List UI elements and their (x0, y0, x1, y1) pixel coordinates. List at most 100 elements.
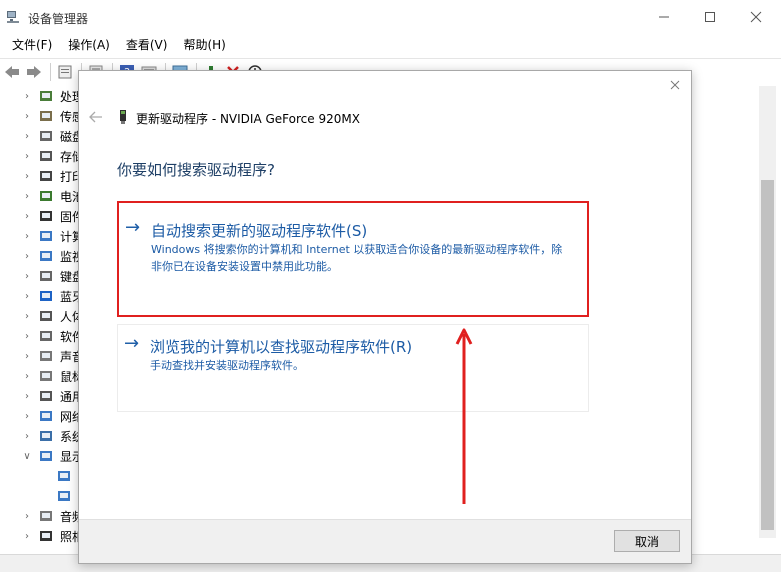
chevron-right-icon[interactable]: › (22, 226, 32, 246)
chevron-right-icon[interactable]: › (22, 106, 32, 126)
chevron-right-icon[interactable]: › (22, 406, 32, 426)
browse-computer-description: 手动查找并安装驱动程序软件。 (150, 359, 304, 372)
scrollbar-thumb[interactable] (761, 180, 774, 530)
tree-item[interactable]: › 音频 (0, 506, 84, 526)
chevron-right-icon[interactable]: › (22, 286, 32, 306)
dialog-close-button[interactable] (667, 77, 683, 93)
tree-item[interactable]: › 处理 (0, 86, 84, 106)
chevron-right-icon[interactable]: › (22, 506, 32, 526)
chevron-right-icon[interactable]: › (22, 166, 32, 186)
tree-item[interactable]: › 存储 (0, 146, 84, 166)
audio-io-icon (40, 511, 52, 521)
device-tree: › 处理 › 传感 › 磁盘 › 存储 › 打印 › 电池 › 固件 › 计算 › 监视 › 键盘 › 蓝牙 › 人体 › 软件 ›… (0, 86, 84, 546)
tree-item[interactable]: › 打印 (0, 166, 84, 186)
tree-item[interactable]: ∨ 显示 (0, 446, 84, 466)
menu-help[interactable]: 帮助(H) (175, 34, 233, 56)
tree-item[interactable] (0, 486, 80, 506)
menu-file[interactable]: 文件(F) (4, 34, 60, 56)
tree-item[interactable]: › 人体 (0, 306, 84, 326)
network-icon (40, 411, 52, 421)
tree-item[interactable]: › 照相 (0, 526, 84, 546)
chevron-right-icon[interactable]: › (22, 206, 32, 226)
tree-item[interactable]: › 键盘 (0, 266, 84, 286)
back-button[interactable] (2, 62, 22, 82)
tree-item[interactable] (0, 466, 80, 486)
usb-icon (40, 391, 52, 401)
chevron-right-icon[interactable]: › (22, 246, 32, 266)
forward-button[interactable] (24, 62, 44, 82)
chevron-right-icon[interactable]: › (22, 306, 32, 326)
annotation-arrow (455, 328, 473, 504)
update-driver-dialog: 更新驱动程序 - NVIDIA GeForce 920MX 你要如何搜索驱动程序… (78, 70, 692, 564)
tree-item[interactable]: › 监视 (0, 246, 84, 266)
forward-icon (27, 65, 41, 78)
processor-icon (40, 91, 52, 101)
close-icon (750, 11, 762, 23)
sensor-icon (40, 111, 52, 121)
chevron-down-icon[interactable]: ∨ (22, 446, 32, 466)
tree-item[interactable]: › 鼠标 (0, 366, 84, 386)
menu-bar: 文件(F) 操作(A) 查看(V) 帮助(H) (0, 34, 781, 56)
graphics-card-icon (120, 110, 126, 124)
arrow-right-icon: → (125, 217, 141, 238)
chevron-right-icon[interactable]: › (22, 186, 32, 206)
device-manager-icon (7, 11, 19, 23)
chevron-right-icon[interactable]: › (22, 526, 32, 546)
back-arrow-icon (89, 111, 102, 123)
chevron-right-icon[interactable]: › (22, 426, 32, 446)
bluetooth-icon (40, 291, 52, 301)
display-device-icon (58, 491, 70, 501)
chevron-right-icon[interactable]: › (22, 86, 32, 106)
hid-icon (40, 311, 52, 321)
firmware-icon (40, 211, 52, 221)
auto-search-option[interactable]: → 自动搜索更新的驱动程序软件(S) Windows 将搜索你的计算机和 Int… (117, 201, 589, 317)
computer-icon (40, 231, 52, 241)
audio-icon (40, 351, 52, 361)
tree-item[interactable]: › 通用 (0, 386, 84, 406)
menu-action[interactable]: 操作(A) (60, 34, 118, 56)
minimize-icon (659, 16, 669, 18)
maximize-icon (705, 12, 715, 22)
chevron-right-icon[interactable]: › (22, 326, 32, 346)
dialog-back-button[interactable] (87, 109, 105, 125)
arrow-right-icon: → (124, 333, 140, 354)
device-manager-window: 设备管理器 文件(F) 操作(A) 查看(V) 帮助(H) › 处理 › 传感 … (0, 0, 781, 572)
browse-computer-option[interactable]: → 浏览我的计算机以查找驱动程序软件(R) 手动查找并安装驱动程序软件。 (117, 324, 589, 412)
tree-item[interactable]: › 声音 (0, 346, 84, 366)
title-bar: 设备管理器 (0, 0, 781, 34)
cancel-button[interactable]: 取消 (614, 530, 680, 552)
system-icon (40, 431, 52, 441)
chevron-right-icon[interactable]: › (22, 346, 32, 366)
chevron-right-icon[interactable]: › (22, 366, 32, 386)
display-adapter-icon (40, 451, 52, 461)
window-title: 设备管理器 (28, 12, 89, 26)
chevron-right-icon[interactable]: › (22, 126, 32, 146)
properties-icon (58, 65, 72, 78)
close-window-button[interactable] (733, 0, 779, 34)
dialog-title: 更新驱动程序 - NVIDIA GeForce 920MX (136, 112, 360, 126)
auto-search-description: Windows 将搜索你的计算机和 Internet 以获取适合你设备的最新驱动… (151, 243, 563, 273)
tree-item[interactable]: › 电池 (0, 186, 84, 206)
tree-item[interactable]: › 计算 (0, 226, 84, 246)
storage-icon (40, 151, 52, 161)
tree-item[interactable]: › 固件 (0, 206, 84, 226)
properties-button[interactable] (55, 62, 75, 82)
chevron-right-icon[interactable]: › (22, 266, 32, 286)
maximize-button[interactable] (687, 0, 733, 34)
menu-view[interactable]: 查看(V) (118, 34, 176, 56)
tree-item[interactable]: › 蓝牙 (0, 286, 84, 306)
chevron-right-icon[interactable]: › (22, 386, 32, 406)
tree-item[interactable]: › 网络 (0, 406, 84, 426)
battery-icon (40, 191, 52, 201)
printer-icon (40, 171, 52, 181)
dialog-footer: 取消 (79, 519, 691, 563)
minimize-button[interactable] (641, 0, 687, 34)
tree-item[interactable]: › 磁盘 (0, 126, 84, 146)
auto-search-title: 自动搜索更新的驱动程序软件(S) (151, 222, 368, 240)
tree-item[interactable]: › 系统 (0, 426, 84, 446)
chevron-right-icon[interactable]: › (22, 146, 32, 166)
tree-item[interactable]: › 传感 (0, 106, 84, 126)
tree-item[interactable]: › 软件 (0, 326, 84, 346)
camera-icon (40, 531, 52, 541)
mouse-icon (40, 371, 52, 381)
